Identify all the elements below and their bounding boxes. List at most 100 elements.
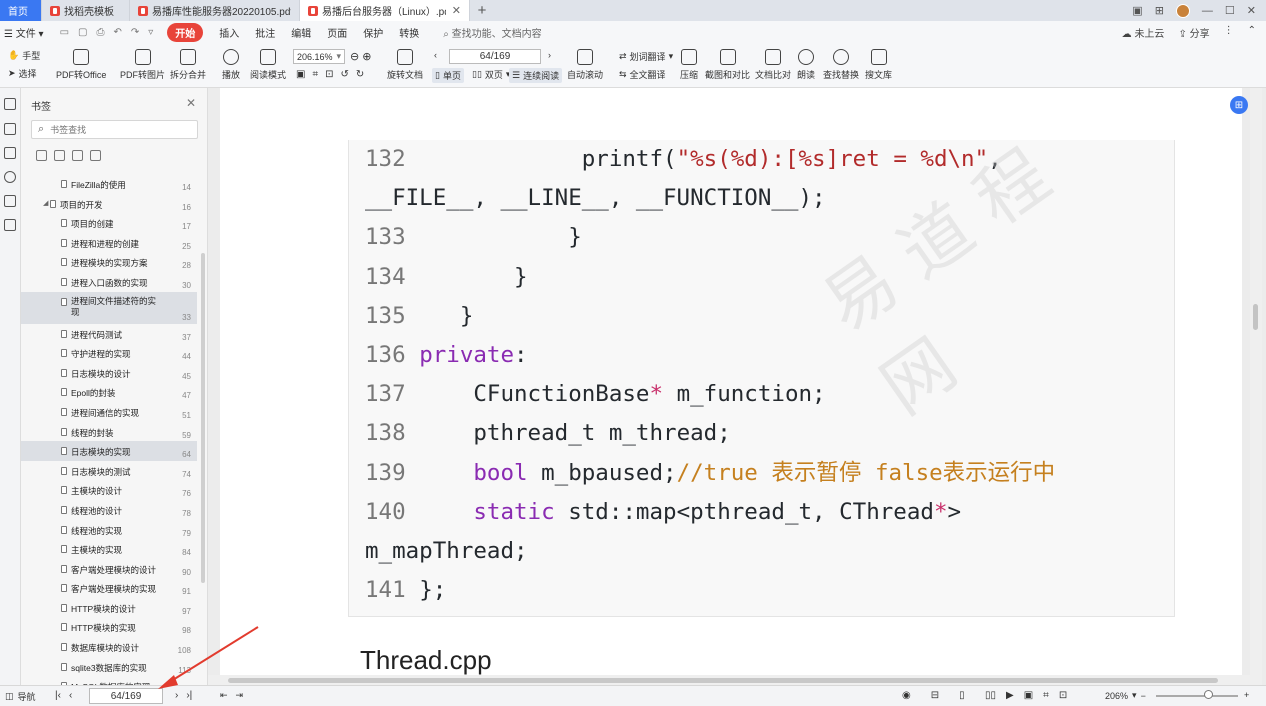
bookmark-item[interactable]: 线程池的实现 79 [21, 520, 197, 540]
menu-edit[interactable]: 编辑 [291, 25, 311, 40]
bookmark-item[interactable]: 进程模块的实现方案 28 [21, 252, 197, 272]
bookmark-item[interactable]: FileZilla的使用 14 [21, 174, 197, 194]
play-button[interactable]: 播放 [222, 49, 240, 81]
single-view-icon[interactable]: ▯ [959, 690, 965, 701]
toolbar-page-input[interactable]: 64/169 [449, 49, 541, 64]
zoom-slider[interactable] [1156, 695, 1238, 697]
vertical-scrollbar[interactable] [1250, 88, 1262, 685]
window-layout-icon[interactable]: ▣ [1132, 4, 1142, 17]
tab-template[interactable]: 找稻壳模板 [42, 0, 130, 21]
add-bookmark-icon[interactable] [72, 150, 83, 161]
collapse-ribbon-icon[interactable]: ⌃ [1248, 25, 1256, 40]
bookmark-item[interactable]: 日志模块的实现 64 [21, 441, 197, 461]
compress-button[interactable]: 压缩 [680, 49, 698, 81]
bookmark-item[interactable]: 主模块的设计 76 [21, 480, 197, 500]
more-options-icon[interactable]: ⋮ [1224, 25, 1234, 40]
double-view-icon[interactable]: ▯▯ [985, 690, 996, 701]
rotate-right-icon[interactable]: ↻ [356, 69, 364, 80]
horizontal-scrollbar[interactable] [208, 675, 1254, 685]
layers-icon[interactable] [4, 219, 16, 231]
menu-insert[interactable]: 插入 [219, 25, 239, 40]
share-button[interactable]: ⇪ 分享 [1178, 25, 1209, 40]
bookmark-item[interactable]: 线程的封装 59 [21, 422, 197, 442]
bookmark-item[interactable]: 进程间通信的实现 51 [21, 402, 197, 422]
undo-icon[interactable]: ↶ [113, 27, 121, 38]
navigation-toggle[interactable]: ◫ 导航 [5, 690, 36, 703]
auto-scroll-button[interactable]: 自动滚动 [567, 49, 603, 81]
search-library-button[interactable]: 搜文库 [865, 49, 892, 81]
bookmark-item[interactable]: Epoll的封装 47 [21, 382, 197, 402]
delete-bookmark-icon[interactable] [90, 150, 101, 161]
print-icon[interactable]: ⎙ [96, 27, 104, 38]
full-translate-button[interactable]: ⇆ 全文翻译 [619, 68, 666, 81]
avatar[interactable] [1175, 3, 1190, 18]
fit-width-icon[interactable]: ⊡ [1059, 690, 1067, 701]
next-page-icon[interactable]: › [175, 690, 178, 701]
close-window-icon[interactable]: ✕ [1247, 4, 1256, 17]
zoom-in-icon[interactable]: + [1244, 690, 1249, 700]
status-page-input[interactable]: 64/169 [89, 688, 163, 704]
bookmark-item[interactable]: 日志模块的设计 45 [21, 363, 197, 383]
bookmark-icon[interactable] [4, 98, 16, 110]
rotate-left-icon[interactable]: ↺ [340, 69, 348, 80]
forward-icon[interactable]: ⇥ [236, 690, 244, 701]
horizontal-scroll-thumb[interactable] [228, 678, 1218, 683]
actual-size-icon[interactable]: ▣ [1024, 690, 1033, 701]
fit-width-icon[interactable]: ⊡ [325, 69, 333, 80]
expand-all-icon[interactable] [36, 150, 47, 161]
eye-protect-icon[interactable]: ◉ [902, 690, 911, 701]
function-search[interactable]: ⌕ 查找功能、文档内容 [443, 25, 541, 40]
tab-home[interactable]: 首页 [0, 0, 42, 21]
bookmark-item[interactable]: 主模块的实现 84 [21, 539, 197, 559]
word-translate-button[interactable]: ⇄ 划词翻译 ▾ [619, 50, 673, 63]
fit-page-icon[interactable]: ⌗ [1043, 690, 1049, 701]
bookmark-item[interactable]: HTTP模块的设计 97 [21, 598, 197, 618]
zoom-select[interactable]: 206.16% ▾ [293, 49, 345, 64]
select-tool[interactable]: ➤ 选择 [8, 67, 37, 80]
redo-icon[interactable]: ↷ [131, 27, 139, 38]
pdf-to-image-button[interactable]: PDF转图片 [120, 49, 165, 81]
hand-tool[interactable]: ✋ 手型 [8, 49, 40, 62]
doc-compare-button[interactable]: 文档比对 [755, 49, 791, 81]
tab-pdf-1[interactable]: 易播库性能服务器20220105.pdf [130, 0, 300, 21]
last-page-icon[interactable]: ›| [186, 690, 192, 701]
minimize-icon[interactable]: — [1202, 5, 1213, 17]
pdf-to-office-button[interactable]: PDF转Office [56, 49, 106, 81]
attachment-icon[interactable] [4, 171, 16, 183]
zoom-out-icon[interactable]: ⊖ [350, 50, 359, 63]
close-icon[interactable]: ✕ [186, 96, 196, 110]
read-aloud-button[interactable]: 朗读 [797, 49, 815, 81]
zoom-out-icon[interactable]: − [1141, 691, 1146, 701]
vertical-scroll-thumb[interactable] [1253, 304, 1258, 330]
bookmark-search-input[interactable] [50, 124, 181, 135]
maximize-icon[interactable]: ☐ [1225, 4, 1235, 17]
bookmark-item[interactable]: 数据库模块的设计 108 [21, 637, 197, 657]
menu-page[interactable]: 页面 [327, 25, 347, 40]
crop-compare-button[interactable]: 截图和对比 [705, 49, 750, 81]
actual-size-icon[interactable]: ▣ [296, 69, 305, 80]
signature-icon[interactable] [4, 195, 16, 207]
single-page-toggle[interactable]: ▯ 单页 [432, 68, 464, 83]
status-zoom[interactable]: 206% ▾ − [1105, 690, 1146, 701]
double-page-toggle[interactable]: ▯▯双页▾ [472, 68, 510, 81]
menu-start[interactable]: 开始 [167, 23, 204, 42]
play-mode-icon[interactable]: ▶ [1006, 690, 1014, 701]
bookmark-item[interactable]: 线程池的设计 78 [21, 500, 197, 520]
read-mode-button[interactable]: 阅读模式 [250, 49, 286, 81]
tab-close-icon[interactable]: ✕ [452, 4, 461, 17]
cloud-status[interactable]: ☁ 未上云 [1122, 25, 1165, 40]
split-merge-button[interactable]: 拆分合并 [170, 49, 206, 81]
prev-page-icon[interactable]: ‹ [69, 690, 72, 701]
more-icon[interactable]: ▿ [148, 27, 153, 38]
bookmark-item[interactable]: 进程和进程的创建 25 [21, 233, 197, 253]
fit-page-icon[interactable]: ⌗ [312, 69, 318, 80]
floating-tool-icon[interactable]: ⊞ [1230, 96, 1248, 114]
collapse-all-icon[interactable] [54, 150, 65, 161]
tab-pdf-active[interactable]: 易播后台服务器（Linux）.pdf ✕ [300, 0, 470, 21]
first-page-icon[interactable]: |‹ [55, 690, 61, 701]
grid-icon[interactable]: ⊞ [1155, 4, 1164, 17]
sidebar-scrollbar[interactable] [201, 253, 205, 583]
prev-page-icon[interactable]: ‹ [434, 50, 437, 60]
bookmark-item[interactable]: 进程入口函数的实现 30 [21, 272, 197, 292]
save-icon[interactable]: ▢ [78, 27, 87, 38]
